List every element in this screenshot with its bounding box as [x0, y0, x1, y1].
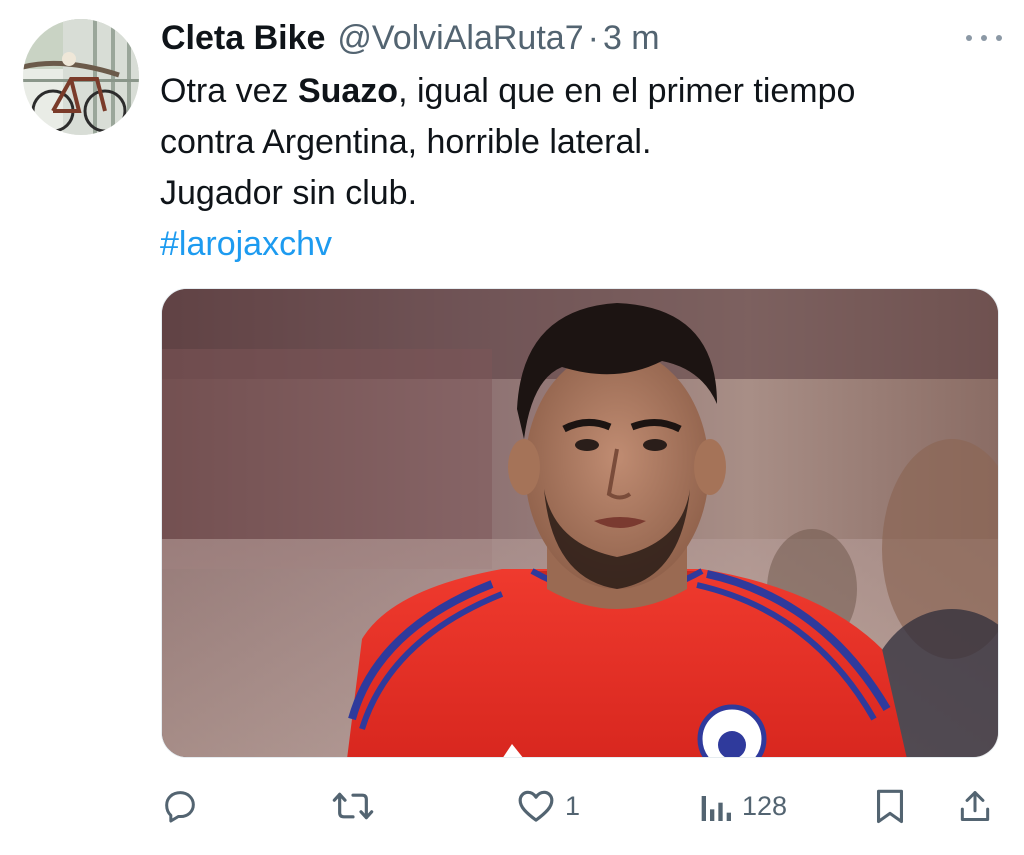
retweet-button[interactable]	[330, 780, 384, 832]
retweet-icon	[332, 792, 374, 820]
avatar[interactable]	[23, 19, 139, 135]
bookmark-icon	[876, 789, 904, 824]
views-chart-icon	[701, 796, 731, 821]
user-handle[interactable]: @VolviAlaRuta7	[337, 16, 583, 60]
views-button[interactable]: 128	[696, 780, 787, 832]
reply-button[interactable]	[160, 780, 200, 832]
timestamp[interactable]: 3 m	[603, 16, 660, 60]
text-segment: Otra vez	[160, 72, 298, 110]
reply-icon	[165, 791, 195, 823]
tweet-card[interactable]: Cleta Bike @VolviAlaRuta7 · 3 m Otra vez…	[0, 0, 1024, 855]
tweet-image[interactable]	[161, 288, 999, 758]
display-name[interactable]: Cleta Bike	[161, 16, 325, 60]
bookmark-button[interactable]	[872, 780, 908, 832]
bicycle-avatar-icon	[23, 19, 139, 135]
separator-dot: ·	[587, 19, 599, 57]
tweet-actions: 1 128	[160, 780, 1000, 832]
tweet-text-line-3: Jugador sin club.	[160, 174, 418, 212]
views-count: 128	[742, 790, 788, 821]
tweet-text-line-2: contra Argentina, horrible lateral.	[160, 123, 652, 161]
tweet-text-line-1: Otra vez Suazo, igual que en el primer t…	[160, 66, 1000, 117]
heart-icon	[518, 790, 554, 822]
share-icon	[960, 791, 990, 821]
text-segment: , igual que en el primer tiempo	[398, 72, 856, 110]
like-button[interactable]: 1	[515, 780, 580, 832]
tweet-header: Cleta Bike @VolviAlaRuta7 · 3 m	[161, 16, 1004, 60]
more-options-icon[interactable]	[964, 24, 1004, 52]
tweet-text: Otra vez Suazo, igual que en el primer t…	[160, 66, 1000, 270]
photo-soccer-player-icon	[162, 289, 998, 757]
share-button[interactable]	[956, 780, 994, 832]
like-count: 1	[565, 790, 581, 821]
bold-name: Suazo	[297, 72, 399, 110]
hashtag-link[interactable]: #larojaxchv	[160, 225, 332, 263]
